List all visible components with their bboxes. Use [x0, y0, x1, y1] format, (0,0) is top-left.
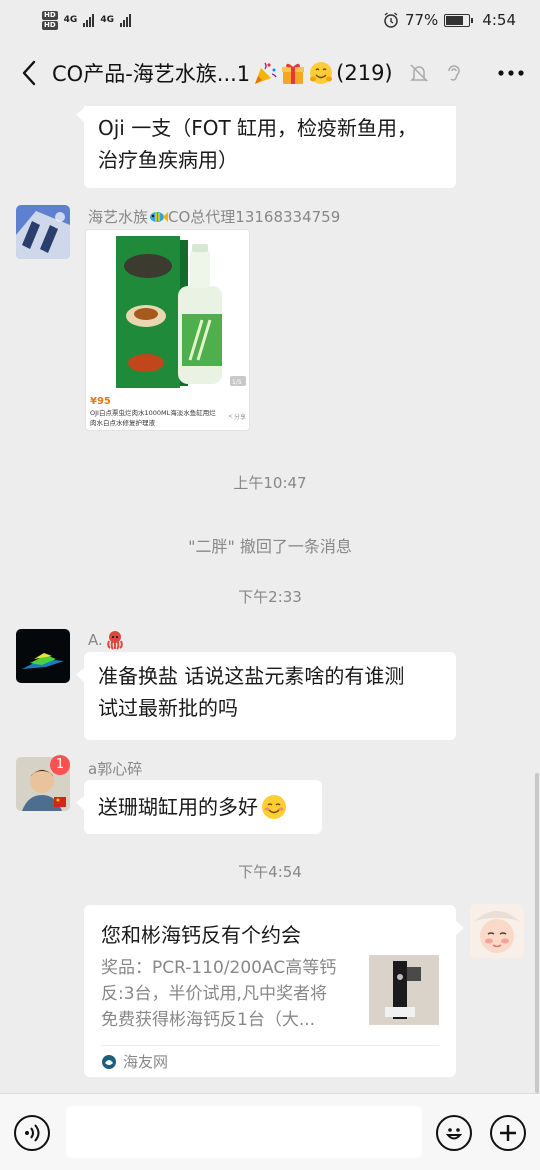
avatar-a[interactable]: [16, 629, 70, 683]
link-card[interactable]: 您和彬海钙反有个约会 奖品：PCR-110/200AC高等钙 反:3台，半价试用…: [84, 905, 464, 1077]
message-bubble-top[interactable]: Oji 一支（FOT 缸用，检疫新鱼用， 治疗鱼疾病用）: [76, 106, 456, 188]
hd-indicator: HD HD: [42, 10, 58, 30]
header-icons: [408, 58, 526, 88]
sender-name-shop: 海艺水族 CO总代理13168334759: [88, 206, 340, 227]
avatar-self-image: [470, 904, 524, 958]
group-name: CO产品-海艺水族...1: [52, 62, 251, 86]
link-title: 您和彬海钙反有个约会: [101, 923, 301, 947]
product-price: ¥95: [90, 396, 111, 407]
message-bubble-guo[interactable]: 送珊瑚缸用的多好: [76, 780, 322, 834]
input-bar: [0, 1093, 540, 1170]
emoji-button[interactable]: [436, 1115, 472, 1151]
sender-name-a: A.: [88, 630, 125, 650]
scrollbar[interactable]: [535, 773, 539, 1093]
member-count: (219): [336, 61, 393, 85]
sender-name-text: A.: [88, 631, 103, 649]
party-popper-icon: [255, 62, 277, 84]
message-list[interactable]: Oji 一支（FOT 缸用，检疫新鱼用， 治疗鱼疾病用） 海艺水族 CO总代理1…: [0, 106, 540, 1093]
gift-icon: [282, 63, 305, 84]
share-button[interactable]: < 分享: [228, 412, 246, 421]
message-text: 送珊瑚缸用的多好: [98, 795, 258, 819]
link-description: 奖品：PCR-110/200AC高等钙 反:3台，半价试用,凡中奖者将 免费获得…: [101, 955, 359, 1033]
network-type-2: 4G: [100, 15, 114, 25]
product-desc-line: 肉水白点水修复护理液: [90, 419, 155, 427]
message-text-line: 治疗鱼疾病用）: [98, 148, 238, 172]
message-text-line: 试过最新批的吗: [98, 696, 238, 720]
back-button[interactable]: [14, 53, 44, 93]
clock: 4:54: [482, 11, 516, 29]
share-label: 分享: [234, 414, 247, 421]
voice-icon: [25, 1124, 40, 1142]
hugging-face-icon: [310, 62, 333, 84]
link-desc-line: 免费获得彬海钙反1台（大...: [101, 1010, 316, 1030]
chat-title[interactable]: CO产品-海艺水族...1 (219): [52, 58, 393, 88]
recall-notice: "二胖" 撤回了一条消息: [188, 537, 352, 556]
network-type-1: 4G: [63, 15, 78, 25]
avatar-a-image: [16, 629, 70, 683]
avatar-self[interactable]: [470, 904, 524, 958]
status-bar: HD HD 4G 4G 77% 4:54: [0, 0, 540, 40]
more-dots-icon: [498, 70, 524, 76]
back-arrow-icon: [22, 60, 36, 86]
shop-avatar-image: [16, 205, 70, 259]
sender-name-suffix: CO总代理13168334759: [168, 208, 341, 226]
plus-button[interactable]: [490, 1115, 526, 1151]
alarm-icon: [384, 12, 398, 28]
more-button[interactable]: [496, 58, 526, 88]
link-source-name: 海友网: [123, 1053, 169, 1071]
sender-name-text: 海艺水族: [88, 208, 149, 226]
ear-icon: [448, 65, 460, 81]
plus-icon: [500, 1125, 516, 1141]
bell-off-icon: [410, 64, 428, 82]
timestamp-1: 上午10:47: [233, 474, 307, 492]
link-desc-line: 反:3台，半价试用,凡中奖者将: [101, 984, 327, 1004]
product-desc-line: OJI白点票虫烂肉水1000ML海淡水鱼缸用烂: [90, 409, 216, 417]
chat-header: CO产品-海艺水族...1 (219): [0, 40, 540, 106]
product-card[interactable]: ¥95 OJI白点票虫烂肉水1000ML海淡水鱼缸用烂 肉水白点水修复护理液 1…: [85, 229, 250, 431]
share-icon: <: [228, 413, 234, 420]
unread-badge: 1: [50, 755, 70, 775]
octopus-icon: [106, 631, 123, 650]
signal-icon-2: [119, 13, 131, 27]
message-text-line: 准备换盐 话说这盐元素啥的有谁测: [98, 664, 405, 688]
fish-icon: [150, 211, 169, 222]
battery-icon: [444, 13, 474, 27]
link-thumbnail: [369, 955, 439, 1025]
blush-smile-emoji-icon: [262, 795, 286, 819]
hd-label-top: HD: [42, 10, 58, 20]
status-right: 77% 4:54: [383, 11, 516, 29]
message-text-line: Oji 一支（FOT 缸用，检疫新鱼用，: [98, 116, 418, 140]
voice-button[interactable]: [14, 1115, 50, 1151]
link-source: 海友网: [101, 1051, 168, 1072]
message-input[interactable]: [66, 1106, 422, 1158]
battery-percent: 77%: [404, 11, 439, 29]
timestamp-2: 下午2:33: [238, 588, 302, 606]
link-divider: [101, 1045, 439, 1046]
timestamp-3: 下午4:54: [238, 863, 302, 881]
emoji-icon: [445, 1128, 463, 1140]
sender-name-guo: a郭心碎: [88, 760, 143, 778]
message-bubble-a[interactable]: 准备换盐 话说这盐元素啥的有谁测 试过最新批的吗: [76, 652, 456, 740]
hd-label-bottom: HD: [42, 20, 58, 30]
product-pager: 1/5: [232, 379, 242, 386]
avatar-shop[interactable]: [16, 205, 70, 259]
product-description: OJI白点票虫烂肉水1000ML海淡水鱼缸用烂 肉水白点水修复护理液: [90, 408, 240, 428]
link-desc-line: 奖品：PCR-110/200AC高等钙: [101, 958, 337, 978]
network-indicators: HD HD 4G 4G: [42, 10, 131, 30]
source-logo-icon: [102, 1054, 116, 1069]
avatar-guo[interactable]: 1: [16, 755, 70, 811]
signal-icon: [83, 13, 95, 27]
product-image: [86, 230, 249, 394]
